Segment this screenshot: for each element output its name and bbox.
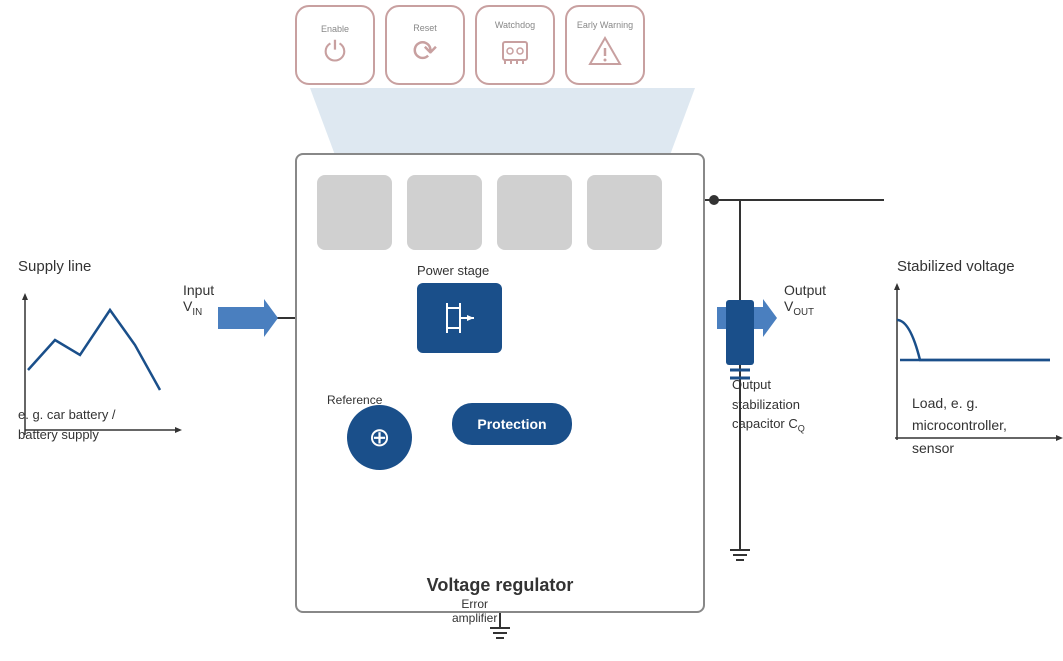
protection-label: Protection <box>477 416 546 432</box>
supply-section: Supply line <box>18 258 91 275</box>
battery-label: e. g. car battery / battery supply <box>18 405 116 444</box>
reset-icon: ⟳ <box>412 37 437 67</box>
gray-placeholder-boxes <box>317 175 662 250</box>
plus-icon: ⊕ <box>369 422 391 453</box>
output-stabilization-label: Output stabilization capacitor CQ <box>732 375 805 436</box>
power-stage-box <box>417 283 502 353</box>
enable-label: Enable <box>321 24 349 34</box>
power-stage-icon <box>432 293 487 343</box>
stabilized-voltage-label: Stabilized voltage <box>897 258 1015 275</box>
early-warning-icon <box>587 34 623 70</box>
watchdog-icon-box[interactable]: Watchdog <box>475 5 555 85</box>
enable-icon-box[interactable]: Enable ⏻ <box>295 5 375 85</box>
top-icons-row: Enable ⏻ Reset ⟳ Watchdog Early Warning <box>295 5 645 85</box>
main-container: Enable ⏻ Reset ⟳ Watchdog Early Warning <box>0 0 1063 661</box>
voltage-regulator-box: Power stage Reference ⊕ Protection E <box>295 153 705 613</box>
power-stage-label: Power stage <box>417 263 489 278</box>
gray-box-2 <box>407 175 482 250</box>
watchdog-icon <box>497 34 533 70</box>
gray-box-1 <box>317 175 392 250</box>
voltage-regulator-label: Voltage regulator <box>427 575 574 596</box>
early-warning-label: Early Warning <box>577 20 633 30</box>
error-amplifier-label: Error amplifier <box>452 597 497 625</box>
reference-circle: ⊕ <box>347 405 412 470</box>
gray-box-3 <box>497 175 572 250</box>
load-label: Load, e. g. microcontroller, sensor <box>912 392 1007 459</box>
watchdog-label: Watchdog <box>495 20 535 30</box>
supply-label: Supply line <box>18 258 91 275</box>
reset-icon-box[interactable]: Reset ⟳ <box>385 5 465 85</box>
early-warning-icon-box[interactable]: Early Warning <box>565 5 645 85</box>
gray-box-4 <box>587 175 662 250</box>
enable-icon: ⏻ <box>324 38 346 66</box>
protection-box: Protection <box>452 403 572 445</box>
input-label: Input VIN <box>183 282 214 318</box>
reset-label: Reset <box>413 23 437 33</box>
output-label: Output VOUT <box>784 282 826 318</box>
